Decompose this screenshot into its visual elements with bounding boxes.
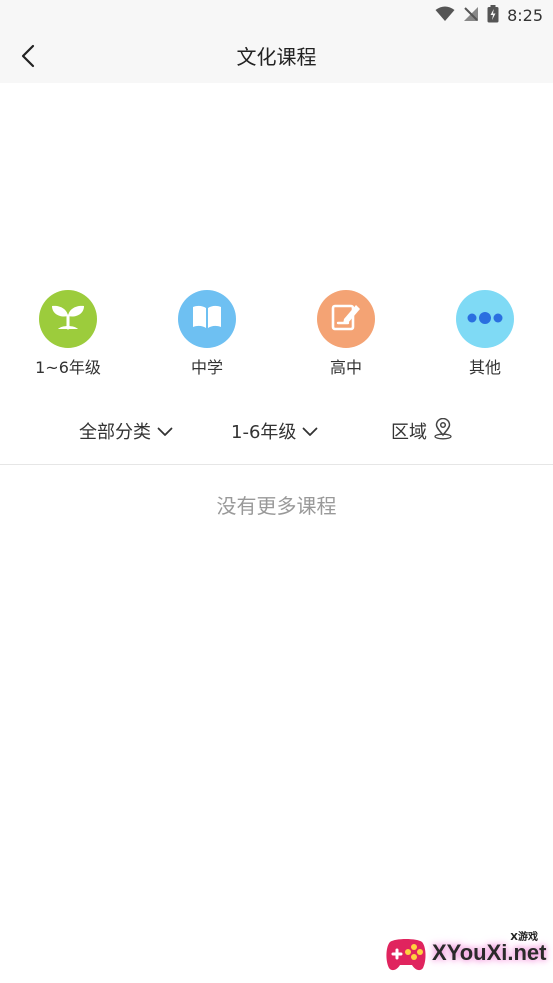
location-pin-icon (433, 417, 453, 445)
category-grid: 1~6年级 中学 高中 其他 (0, 288, 553, 384)
category-other[interactable]: 其他 (430, 288, 540, 384)
open-book-icon (191, 304, 223, 334)
filter-divider (0, 464, 553, 465)
sprout-icon (50, 302, 86, 336)
status-icons: 8:25 (435, 5, 543, 27)
page-title: 文化课程 (236, 45, 317, 69)
chevron-down-icon (302, 421, 318, 442)
watermark-logo: X游戏 XYouXi.net (380, 926, 550, 978)
watermark-text: XYouXi.net (432, 940, 547, 965)
region-filter-label: 区域 (391, 422, 427, 443)
category-label: 高中 (329, 358, 362, 377)
region-filter[interactable]: 区域 (391, 406, 453, 456)
no-signal-icon (463, 6, 479, 26)
category-label: 中学 (190, 358, 223, 377)
gamepad-icon (384, 930, 428, 974)
grade-filter-dropdown[interactable]: 1-6年级 (231, 406, 318, 456)
category-middle-circle (178, 290, 236, 348)
chevron-down-icon (157, 421, 173, 442)
banner-area (0, 83, 553, 273)
nav-bar: 文化课程 (0, 32, 553, 83)
category-filter-label: 全部分类 (79, 422, 151, 443)
chevron-left-icon (21, 44, 35, 72)
grade-filter-label: 1-6年级 (231, 422, 297, 443)
filter-bar: 全部分类 1-6年级 区域 (0, 406, 553, 456)
category-primary-grades[interactable]: 1~6年级 (13, 288, 123, 384)
category-filter-dropdown[interactable]: 全部分类 (79, 406, 173, 456)
category-high-school[interactable]: 高中 (291, 288, 401, 384)
status-bar: 8:25 (0, 0, 553, 32)
battery-charging-icon (487, 5, 499, 27)
category-high-circle (317, 290, 375, 348)
category-middle-school[interactable]: 中学 (152, 288, 262, 384)
empty-list-message: 没有更多课程 (216, 494, 337, 518)
category-other-circle (456, 290, 514, 348)
category-primary-circle (39, 290, 97, 348)
category-label: 1~6年级 (35, 358, 101, 377)
wifi-icon (435, 6, 455, 26)
category-label: 其他 (468, 358, 501, 377)
status-time: 8:25 (507, 6, 543, 25)
more-dots-icon (466, 310, 504, 329)
back-button[interactable] (8, 38, 48, 78)
notepad-pencil-icon (330, 302, 362, 336)
